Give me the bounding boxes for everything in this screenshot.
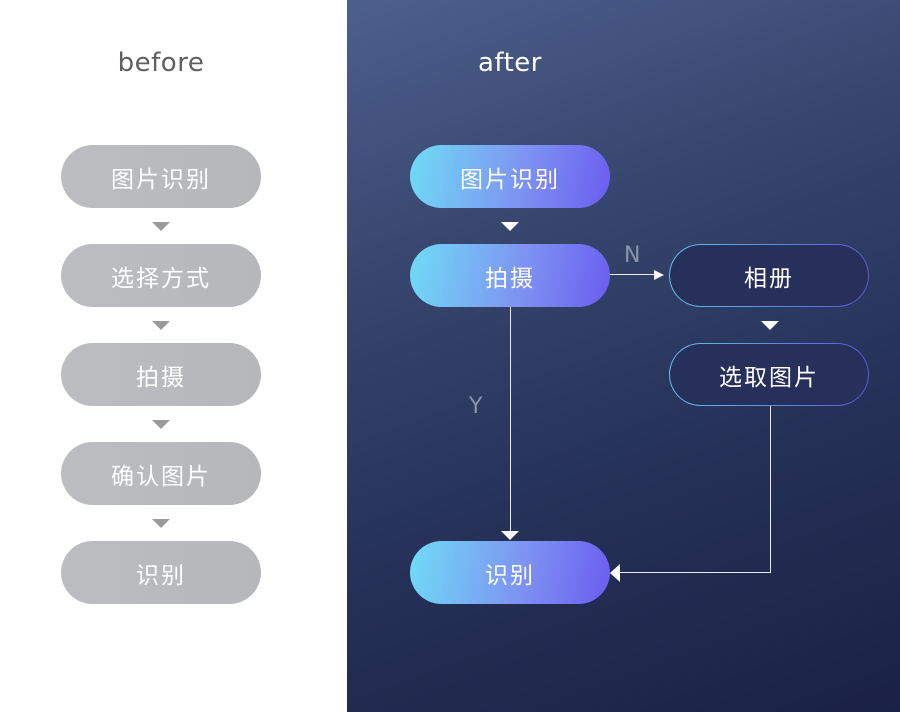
branch-label-no: N [624, 243, 641, 268]
before-step-confirm-image: 确认图片 [61, 442, 261, 505]
down-arrow-icon [501, 531, 519, 540]
after-node-select-image: 选取图片 [669, 343, 869, 406]
after-node-capture: 拍摄 [410, 244, 610, 307]
down-arrow-icon [501, 222, 519, 231]
connector-return-horizontal [620, 572, 771, 573]
connector-return-vertical [770, 406, 771, 573]
down-arrow-icon [761, 321, 779, 330]
after-heading: after [477, 48, 542, 78]
connector-yes [510, 307, 511, 533]
down-arrow-icon [152, 321, 170, 330]
before-panel: before 图片识别 选择方式 拍摄 确认图片 识别 [0, 0, 347, 712]
after-node-album: 相册 [669, 244, 869, 307]
connector-no [610, 274, 655, 275]
before-step-recognize: 识别 [61, 541, 261, 604]
down-arrow-icon [152, 420, 170, 429]
down-arrow-icon [152, 222, 170, 231]
after-node-recognize-image: 图片识别 [410, 145, 610, 208]
branch-label-yes: Y [469, 394, 483, 419]
right-arrow-icon [654, 270, 664, 280]
before-step-capture: 拍摄 [61, 343, 261, 406]
before-heading: before [117, 48, 205, 78]
before-step-recognize-image: 图片识别 [61, 145, 261, 208]
down-arrow-icon [152, 519, 170, 528]
left-arrow-icon [610, 564, 620, 582]
after-node-recognize: 识别 [410, 541, 610, 604]
before-step-select-method: 选择方式 [61, 244, 261, 307]
